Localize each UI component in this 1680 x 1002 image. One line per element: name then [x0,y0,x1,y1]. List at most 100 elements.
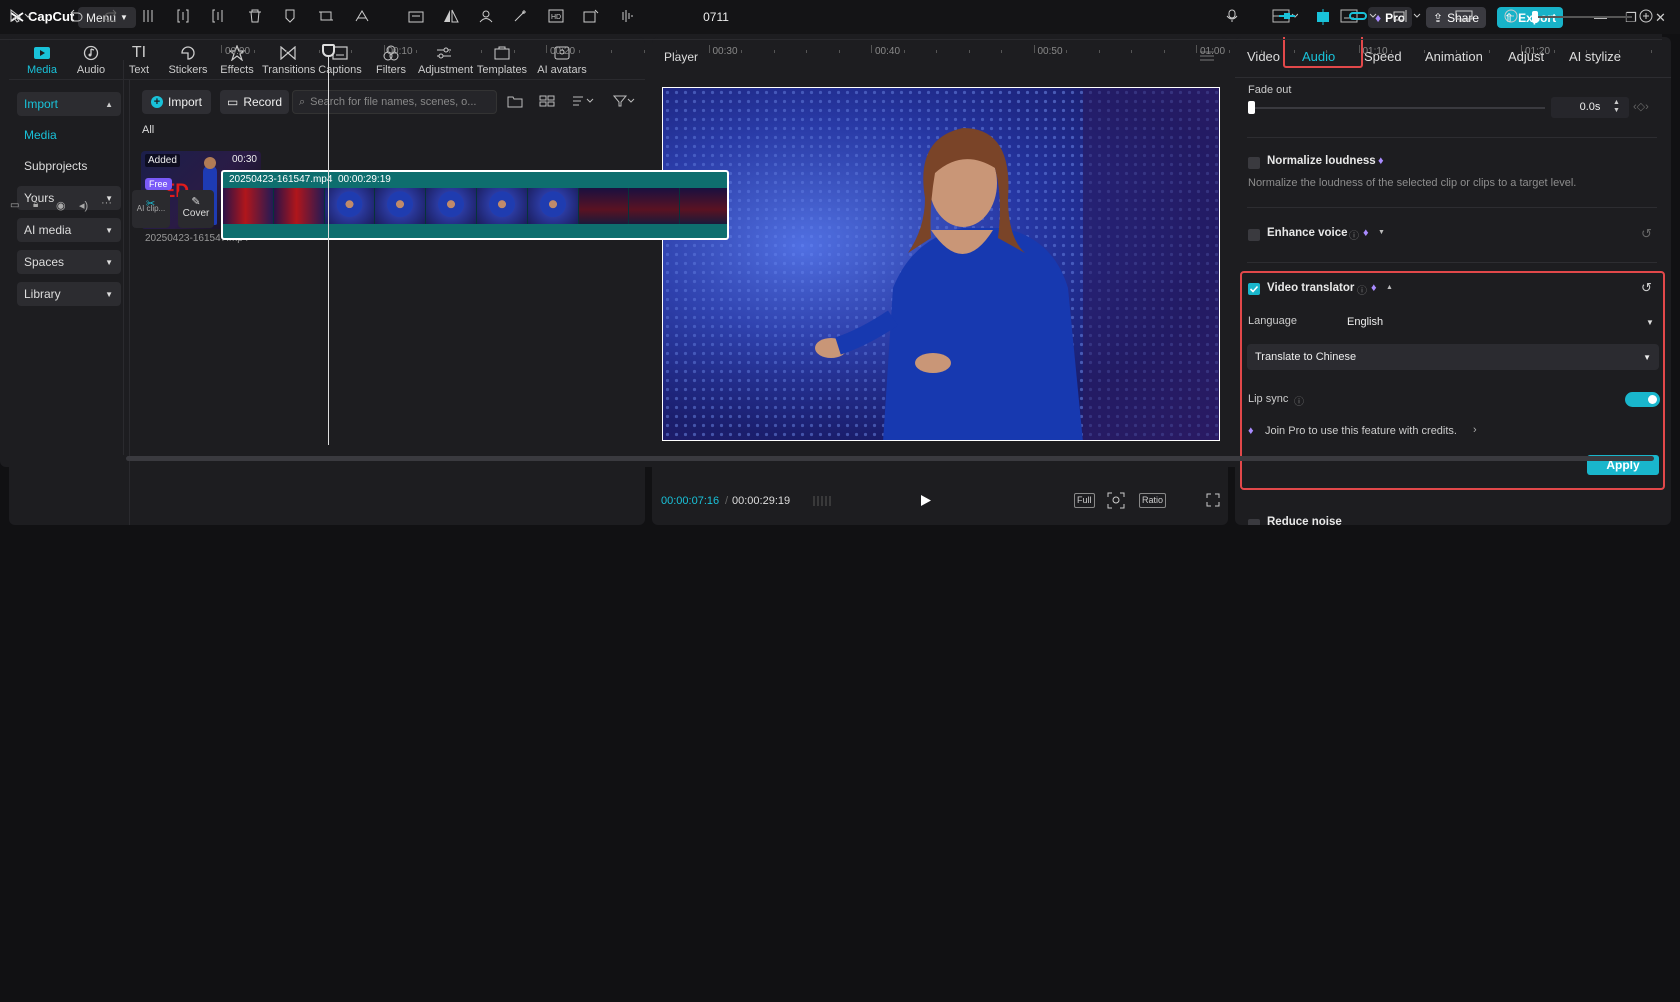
hd-icon[interactable]: HD [548,9,564,23]
play-icon[interactable] [920,494,932,507]
redo-icon[interactable] [104,9,120,23]
audio-ai-icon[interactable] [354,9,370,23]
tab-animation[interactable]: Animation [1425,49,1483,64]
fullscreen-icon[interactable] [1206,493,1220,507]
enhance-voice-checkbox[interactable] [1248,229,1260,241]
lip-sync-toggle[interactable] [1625,392,1660,407]
tool-audio[interactable]: Audio [65,43,117,76]
sidebar-item-import[interactable]: Import ▲ [17,92,121,116]
fade-out-slider-handle[interactable] [1248,101,1255,114]
cover-button[interactable]: ✎ Cover [178,190,214,228]
tool-media[interactable]: Media [16,43,68,76]
magnet-icon[interactable] [1314,9,1332,25]
import-button[interactable]: + Import [142,90,212,114]
preview-axis-icon[interactable] [1393,9,1423,23]
freeze-icon[interactable] [408,9,424,23]
sidebar-item-ai-media[interactable]: AI media ▼ [17,218,121,242]
speaker-icon[interactable]: ◂) [79,199,88,212]
sidebar-item-label: Media [24,128,57,142]
ruler-minor-tick [448,50,450,53]
zoom-fit-icon[interactable] [1107,492,1125,509]
eye-icon[interactable]: ◉ [56,199,66,212]
playhead-handle[interactable] [322,44,335,57]
zoom-slider-handle[interactable] [1532,11,1538,23]
lock-icon[interactable]: 🔒︎ [33,199,38,210]
sidebar-item-library[interactable]: Library ▼ [17,282,121,306]
search-input[interactable]: ⌕ Search for file names, scenes, o... [292,90,497,114]
video-effect-icon[interactable] [583,9,599,23]
timeline-scrollbar[interactable] [126,456,1654,461]
pro-note[interactable]: Join Pro to use this feature with credit… [1265,425,1457,437]
info-icon[interactable]: ⓘ [1349,227,1359,242]
remove-bg-icon[interactable] [478,9,494,23]
keyframe-icon[interactable]: ‹◇› [1633,100,1649,113]
tool-transitions[interactable]: Transitions [262,43,315,76]
chevron-up-icon[interactable]: ▲ [1386,284,1393,291]
audio-waveform-icon[interactable] [618,9,634,23]
link-main-track-icon[interactable] [1278,9,1296,23]
zoom-slider[interactable] [1532,16,1632,18]
info-icon[interactable]: ⓘ [1357,282,1367,297]
zoom-out-icon[interactable] [1504,9,1518,23]
undo-icon[interactable] [67,9,83,23]
crop-icon[interactable] [318,9,334,23]
video-translator-checkbox[interactable] [1248,283,1260,295]
record-button[interactable]: ▭ Record [220,90,290,114]
linkage-icon[interactable] [1349,9,1379,23]
sidebar-item-subprojects[interactable]: Subprojects [17,154,121,178]
track-cover-icon[interactable]: ▭ [10,200,19,211]
split-icon[interactable] [141,9,155,23]
ruler-tick [221,45,222,53]
filter-all-label[interactable]: All [142,124,154,136]
language-select[interactable]: English [1347,316,1383,328]
playhead[interactable] [328,50,329,445]
plus-icon: + [151,96,163,108]
select-cursor-icon[interactable] [9,9,33,23]
zoom-in-icon[interactable] [1639,9,1653,23]
fade-out-slider[interactable] [1248,107,1545,109]
search-placeholder: Search for file names, scenes, o... [310,96,477,108]
sidebar-item-spaces[interactable]: Spaces ▼ [17,250,121,274]
chevron-down-icon[interactable]: ▼ [1646,318,1654,327]
reduce-noise-checkbox[interactable] [1248,519,1260,525]
ruler-minor-tick [481,50,482,53]
tab-ai-stylize[interactable]: AI stylize [1569,49,1621,64]
tool-templates[interactable]: Templates [476,43,528,76]
chevron-right-icon[interactable]: › [1473,424,1477,436]
normalize-checkbox[interactable] [1248,157,1260,169]
ruler-minor-tick [1618,50,1620,53]
ratio-button[interactable]: Ratio [1139,493,1167,508]
media-icon [16,43,68,63]
clip-frame-thumbnail [629,188,681,224]
folder-icon[interactable] [507,94,523,108]
restore-icon[interactable]: ❐ [1625,10,1637,26]
tool-text[interactable]: TI Text [113,43,165,76]
video-clip[interactable]: 20250423-161547.mp4 00:00:29:19 [221,170,729,240]
sidebar-item-media[interactable]: Media [17,123,121,147]
translate-select[interactable]: Translate to Chinese ▼ [1247,344,1659,370]
chevron-down-icon[interactable]: ▼ [1378,229,1385,236]
pro-diamond-icon: ♦ [1248,425,1254,437]
reset-icon[interactable]: ↺ [1641,280,1652,296]
marker-icon[interactable] [283,9,297,23]
info-icon[interactable]: ⓘ [1294,393,1304,408]
delete-left-icon[interactable] [176,9,190,23]
magic-wand-icon[interactable] [513,9,529,23]
delete-right-icon[interactable] [211,9,225,23]
tool-adjustment[interactable]: Adjustment [418,43,473,76]
trash-icon[interactable] [248,9,262,23]
filter-icon[interactable] [613,94,635,108]
tab-video[interactable]: Video [1247,49,1280,64]
grid-view-icon[interactable] [539,94,555,108]
video-preview[interactable] [662,87,1220,441]
stepper-icon[interactable]: ▲ ▼ [1613,99,1620,115]
fit-timeline-icon[interactable] [1455,9,1473,23]
more-icon[interactable]: ··· [101,197,112,209]
sort-icon[interactable] [572,94,594,108]
close-icon[interactable]: ✕ [1655,10,1666,26]
microphone-icon[interactable] [1226,9,1238,23]
tool-stickers[interactable]: Stickers [162,43,214,76]
mirror-icon[interactable] [443,9,459,23]
full-button[interactable]: Full [1074,493,1095,508]
reset-icon[interactable]: ↺ [1641,226,1652,242]
